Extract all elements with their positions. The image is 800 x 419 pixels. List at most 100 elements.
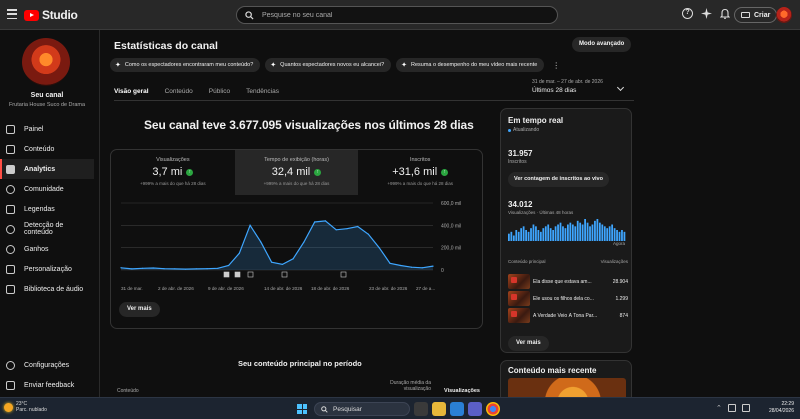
more-options-icon[interactable]: ⋮	[552, 61, 560, 70]
realtime-bar[interactable]	[603, 226, 606, 241]
chart-point[interactable]	[141, 267, 144, 269]
realtime-bar[interactable]	[537, 230, 540, 241]
video-marker-icon[interactable]	[281, 271, 288, 278]
taskbar-search[interactable]: Pesquisar	[314, 402, 410, 416]
date-range-selector[interactable]: 31 de mar. – 27 de abr. de 2026 Últimos …	[532, 79, 603, 94]
chart-point[interactable]	[292, 258, 294, 260]
realtime-bar[interactable]	[520, 228, 523, 241]
realtime-bar[interactable]	[564, 228, 567, 241]
realtime-bar[interactable]	[591, 224, 594, 242]
realtime-bar[interactable]	[544, 226, 547, 241]
video-marker-icon[interactable]	[247, 271, 254, 278]
advanced-mode-button[interactable]: Modo avançado	[572, 37, 632, 52]
realtime-bar[interactable]	[611, 224, 614, 242]
list-item[interactable]: Ele usou os filhos dela co... 1.299	[508, 290, 628, 307]
realtime-see-more-button[interactable]: Ver mais	[508, 336, 549, 351]
list-item[interactable]: Ela disse que estava am... 28.904	[508, 273, 628, 290]
sidebar-item-community[interactable]: Comunidade	[0, 179, 94, 199]
chart-point[interactable]	[378, 247, 380, 249]
chrome-browser-icon[interactable]	[486, 402, 500, 416]
realtime-bar[interactable]	[549, 228, 552, 241]
chevron-down-icon[interactable]	[616, 83, 625, 92]
chevron-up-icon[interactable]: ⌃	[716, 404, 722, 412]
realtime-bar[interactable]	[508, 233, 510, 241]
video-marker-icon[interactable]	[234, 271, 241, 278]
sidebar-item-audio-library[interactable]: Biblioteca de áudio	[0, 279, 94, 299]
chart-point[interactable]	[389, 262, 391, 264]
realtime-bar[interactable]	[596, 219, 599, 241]
chart-point[interactable]	[410, 266, 413, 268]
chart-point[interactable]	[184, 268, 187, 270]
realtime-bar[interactable]	[618, 231, 621, 241]
realtime-bar[interactable]	[539, 231, 542, 241]
realtime-bar[interactable]	[586, 222, 589, 241]
video-marker-icon[interactable]	[340, 271, 347, 278]
sidebar-item-content-detection[interactable]: Detecção de conteúdo	[0, 219, 94, 239]
edge-browser-icon[interactable]	[450, 402, 464, 416]
realtime-bar[interactable]	[525, 230, 527, 241]
search-input[interactable]	[262, 11, 542, 19]
chart-point[interactable]	[357, 225, 359, 228]
chart-point[interactable]	[238, 252, 240, 254]
chart-point[interactable]	[249, 224, 251, 226]
realtime-bar[interactable]	[594, 220, 596, 241]
realtime-bar[interactable]	[517, 231, 520, 241]
sidebar-item-subtitles[interactable]: Legendas	[0, 199, 94, 219]
weather-widget[interactable]: 23°C Parc. nublado	[4, 401, 47, 413]
metric-views[interactable]: Visualizações 3,7 mi ↑ +999% a mais do qu…	[111, 150, 235, 195]
chart-point[interactable]	[217, 267, 219, 269]
realtime-bar[interactable]	[530, 228, 532, 241]
realtime-bar[interactable]	[569, 222, 572, 241]
studio-logo[interactable]: Studio	[24, 8, 78, 22]
metric-watch-time[interactable]: Tempo de exibição (horas) 32,4 mil ↑ +999…	[234, 150, 359, 195]
task-view-icon[interactable]	[414, 402, 428, 416]
realtime-bar[interactable]	[522, 226, 525, 241]
chip-how-viewers-found[interactable]: ✦ Como os espectadores encontraram meu c…	[110, 58, 261, 72]
store-icon[interactable]	[468, 402, 482, 416]
realtime-bar[interactable]	[567, 224, 569, 242]
realtime-bar[interactable]	[552, 230, 555, 241]
realtime-bar[interactable]	[557, 224, 559, 242]
sidebar-item-feedback[interactable]: Enviar feedback	[0, 375, 94, 395]
chart-point[interactable]	[152, 267, 154, 269]
chart-point[interactable]	[432, 265, 434, 267]
realtime-bar[interactable]	[576, 220, 579, 241]
chart-point[interactable]	[163, 268, 165, 270]
chart-point[interactable]	[400, 264, 402, 267]
realtime-bar[interactable]	[547, 224, 550, 242]
realtime-bar[interactable]	[571, 224, 574, 242]
realtime-bar[interactable]	[621, 230, 623, 241]
sidebar-item-content[interactable]: Conteúdo	[0, 139, 94, 159]
realtime-bar[interactable]	[581, 224, 584, 242]
notifications-bell-icon[interactable]	[720, 8, 730, 19]
realtime-bar[interactable]	[512, 235, 515, 242]
chip-latest-video-summary[interactable]: ✦ Resuma o desempenho do meu vídeo mais …	[396, 58, 545, 72]
chart-point[interactable]	[421, 267, 423, 269]
chart-point[interactable]	[206, 268, 208, 270]
file-explorer-icon[interactable]	[432, 402, 446, 416]
realtime-bar[interactable]	[574, 226, 577, 241]
account-avatar[interactable]	[776, 7, 792, 23]
table-header-views[interactable]: Visualizações	[444, 388, 480, 394]
realtime-bar[interactable]	[562, 226, 564, 241]
realtime-bar[interactable]	[623, 231, 626, 241]
sparkle-icon[interactable]	[701, 8, 712, 19]
live-subscriber-count-button[interactable]: Ver contagem de inscritos ao vivo	[508, 172, 609, 187]
recent-video-thumbnail[interactable]	[508, 378, 626, 397]
chart-point[interactable]	[281, 263, 283, 266]
help-icon[interactable]: ?	[682, 8, 693, 19]
list-item[interactable]: A Verdade Veio À Tona Par... 874	[508, 307, 628, 324]
metric-subscribers[interactable]: Inscritos +31,6 mil ↑ +999% a mais do que…	[358, 150, 482, 195]
realtime-bar[interactable]	[542, 228, 545, 241]
chart-point[interactable]	[367, 233, 370, 235]
search-box[interactable]	[236, 6, 558, 24]
realtime-bar[interactable]	[616, 230, 618, 241]
realtime-bar[interactable]	[559, 222, 562, 241]
table-header-avg-duration[interactable]: Duração média da visualização	[387, 380, 431, 392]
chart-point[interactable]	[131, 268, 133, 270]
sidebar-item-earnings[interactable]: Ganhos	[0, 239, 94, 259]
realtime-bar[interactable]	[535, 226, 537, 241]
channel-avatar[interactable]	[22, 38, 70, 86]
video-marker-icon[interactable]	[223, 271, 230, 278]
windows-start-icon[interactable]	[297, 404, 307, 414]
